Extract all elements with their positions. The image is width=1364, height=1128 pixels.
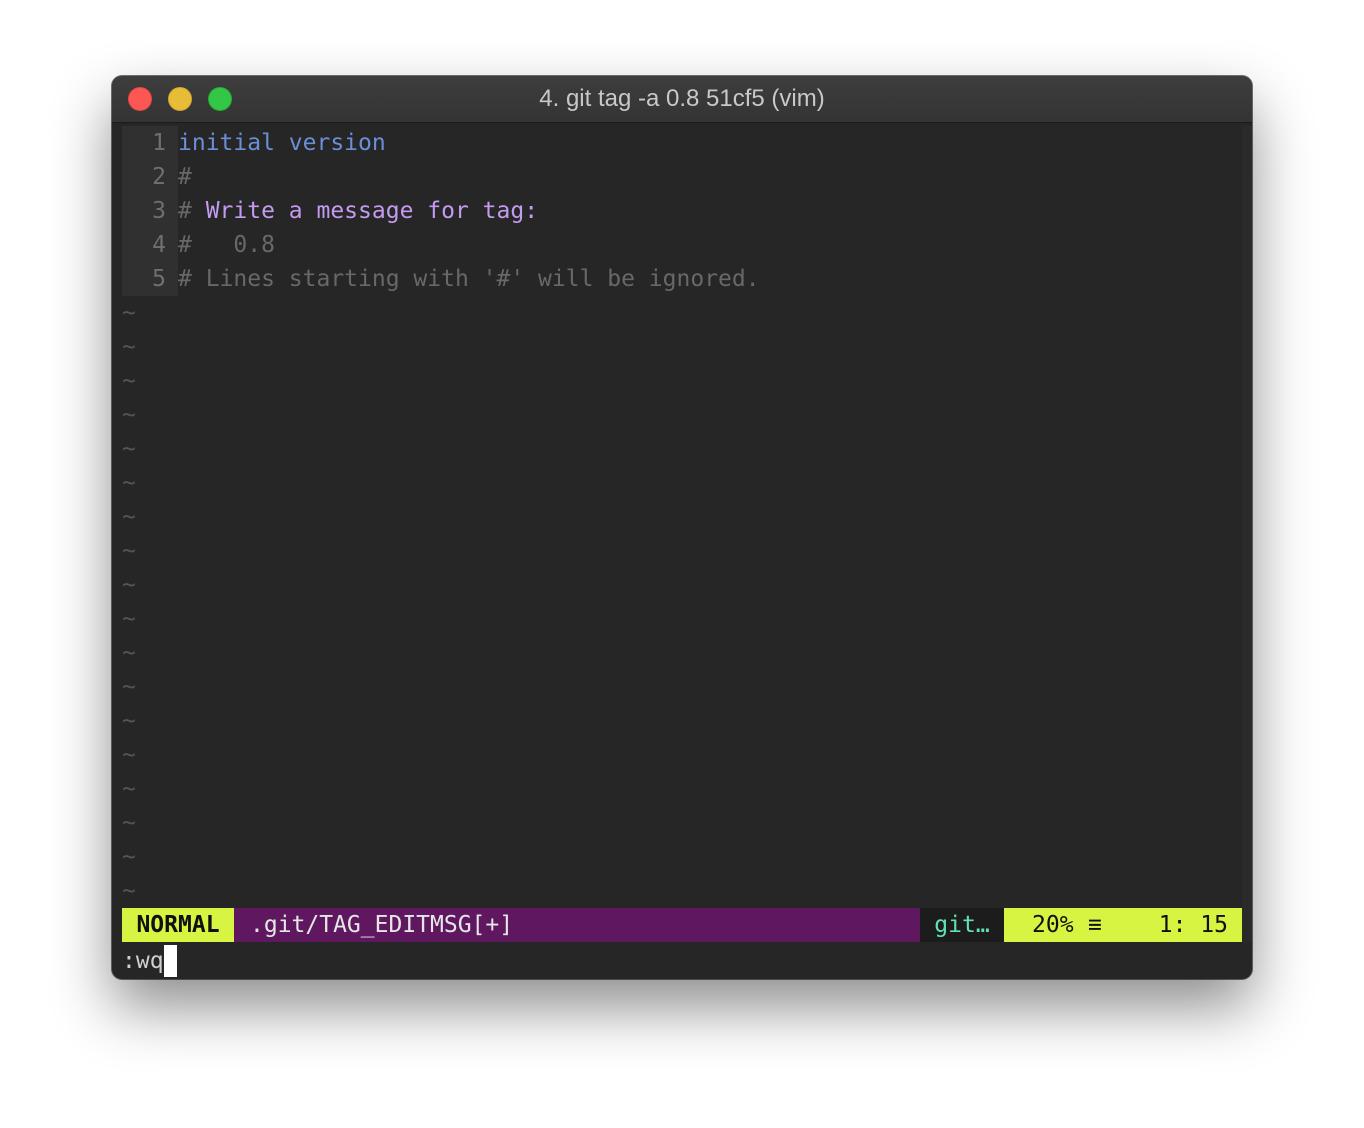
text-token: # [178,198,206,224]
line-column-label: 1: 15 [1158,912,1228,938]
line-number: 5 [122,262,178,296]
empty-line-marker: ~ [122,742,136,768]
empty-line-marker: ~ [122,878,136,904]
line-menu-icon: ≡ [1088,912,1102,938]
empty-line-marker: ~ [122,844,136,870]
empty-line-marker: ~ [122,674,136,700]
text-token: # [178,164,192,190]
line-text: # [178,160,192,194]
percent-label: 20% [1032,912,1074,938]
empty-line-marker: ~ [122,640,136,666]
line-text: initial version [178,126,386,160]
empty-line-marker: ~ [122,470,136,496]
text-token: # Lines starting with '#' will be ignore… [178,266,760,292]
text-cursor [163,945,177,977]
line-number: 4 [122,228,178,262]
empty-line-marker: ~ [122,810,136,836]
empty-line-marker: ~ [122,504,136,530]
filename-segment: .git/TAG_EDITMSG[+] [234,908,920,942]
position-segment: 20% ≡ 1: 15 [1004,908,1242,942]
command-line[interactable]: :wq [122,944,177,978]
filetype-segment: git… [920,908,1004,942]
text-token: initial version [178,130,386,156]
terminal-window: 4. git tag -a 0.8 51cf5 (vim) 1 initial v… [112,76,1252,979]
empty-line-marker: ~ [122,572,136,598]
empty-line-marker: ~ [122,402,136,428]
empty-line-marker: ~ [122,300,136,326]
text-token: # 0.8 [178,232,275,258]
empty-line-marker: ~ [122,606,136,632]
empty-line-marker: ~ [122,368,136,394]
vim-statusline: NORMAL .git/TAG_EDITMSG[+] git… 20% ≡ 1:… [122,908,1242,942]
empty-line-marker: ~ [122,334,136,360]
line-number: 1 [122,126,178,160]
line-number: 3 [122,194,178,228]
mode-indicator: NORMAL [122,908,234,942]
empty-line-marker: ~ [122,538,136,564]
window-title: 4. git tag -a 0.8 51cf5 (vim) [539,85,825,112]
line-text: # 0.8 [178,228,275,262]
empty-line-marker: ~ [122,776,136,802]
text-token: Write a message for tag: [205,198,539,224]
command-text: :wq [122,948,164,974]
line-text: # Lines starting with '#' will be ignore… [178,262,760,296]
line-text: # Write a message for tag: [178,194,538,228]
scrollbar-track[interactable] [1242,126,1252,942]
empty-line-marker: ~ [122,708,136,734]
empty-line-marker: ~ [122,436,136,462]
title-bar[interactable]: 4. git tag -a 0.8 51cf5 (vim) [112,76,1252,123]
line-number: 2 [122,160,178,194]
